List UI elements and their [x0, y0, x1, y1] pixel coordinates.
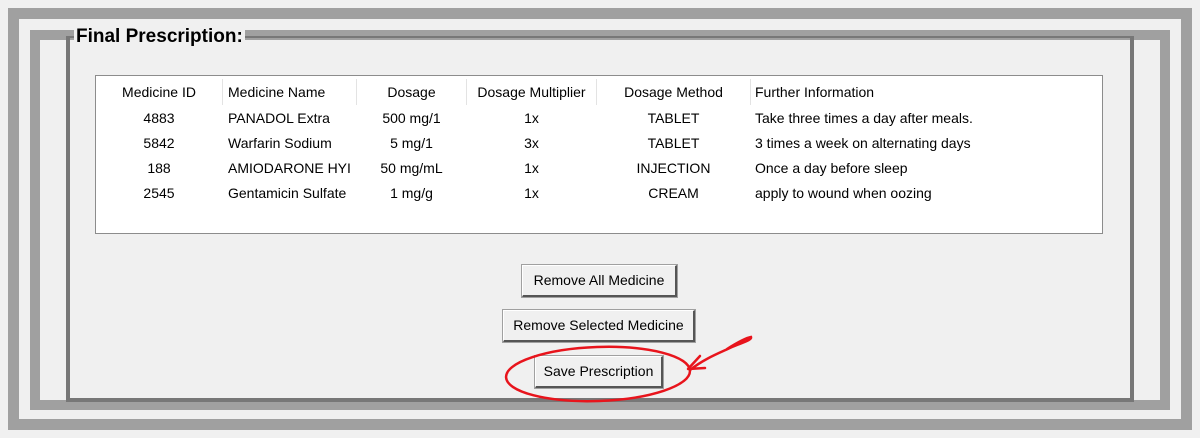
- column-header-dosage-multiplier[interactable]: Dosage Multiplier: [467, 76, 596, 108]
- cell-dosage-method: CREAM: [648, 185, 699, 201]
- cell-further-information: apply to wound when oozing: [755, 185, 932, 201]
- cell-medicine-name: Gentamicin Sulfate: [228, 185, 347, 201]
- remove-selected-medicine-button[interactable]: Remove Selected Medicine: [502, 309, 696, 343]
- save-prescription-button[interactable]: Save Prescription: [534, 355, 664, 389]
- cell-dosage-multiplier: 1x: [524, 110, 539, 126]
- cell-dosage-multiplier: 1x: [524, 185, 539, 201]
- column-header-dosage-method[interactable]: Dosage Method: [597, 76, 750, 108]
- cell-medicine-name: AMIODARONE HYI: [228, 160, 351, 176]
- column-header-dosage[interactable]: Dosage: [357, 76, 466, 108]
- cell-further-information: Take three times a day after meals.: [755, 110, 973, 126]
- cell-further-information: 3 times a week on alternating days: [755, 135, 971, 151]
- group-title: Final Prescription:: [74, 26, 245, 48]
- cell-dosage-method: TABLET: [647, 110, 700, 126]
- cell-dosage: 1 mg/g: [390, 185, 433, 201]
- cell-medicine-id: 188: [147, 160, 171, 176]
- cell-dosage-method: TABLET: [647, 135, 700, 151]
- cell-dosage-method: INJECTION: [636, 160, 711, 176]
- cell-medicine-id: 5842: [143, 135, 175, 151]
- cell-medicine-id: 2545: [143, 185, 175, 201]
- cell-dosage-multiplier: 1x: [524, 160, 539, 176]
- cell-dosage-multiplier: 3x: [524, 135, 539, 151]
- column-separator[interactable]: [750, 79, 751, 105]
- prescription-table[interactable]: Medicine ID Medicine Name Dosage Dosage …: [95, 75, 1103, 234]
- column-header-medicine-id[interactable]: Medicine ID: [96, 76, 222, 108]
- cell-medicine-name: Warfarin Sodium: [228, 135, 332, 151]
- remove-all-medicine-button[interactable]: Remove All Medicine: [521, 264, 678, 298]
- column-separator[interactable]: [222, 79, 223, 105]
- cell-medicine-name: PANADOL Extra: [228, 110, 330, 126]
- cell-dosage: 50 mg/mL: [380, 160, 443, 176]
- cell-dosage: 5 mg/1: [390, 135, 433, 151]
- column-header-further-information[interactable]: Further Information: [755, 76, 1095, 108]
- cell-medicine-id: 4883: [143, 110, 175, 126]
- column-header-medicine-name[interactable]: Medicine Name: [228, 76, 356, 108]
- cell-further-information: Once a day before sleep: [755, 160, 908, 176]
- cell-dosage: 500 mg/1: [382, 110, 441, 126]
